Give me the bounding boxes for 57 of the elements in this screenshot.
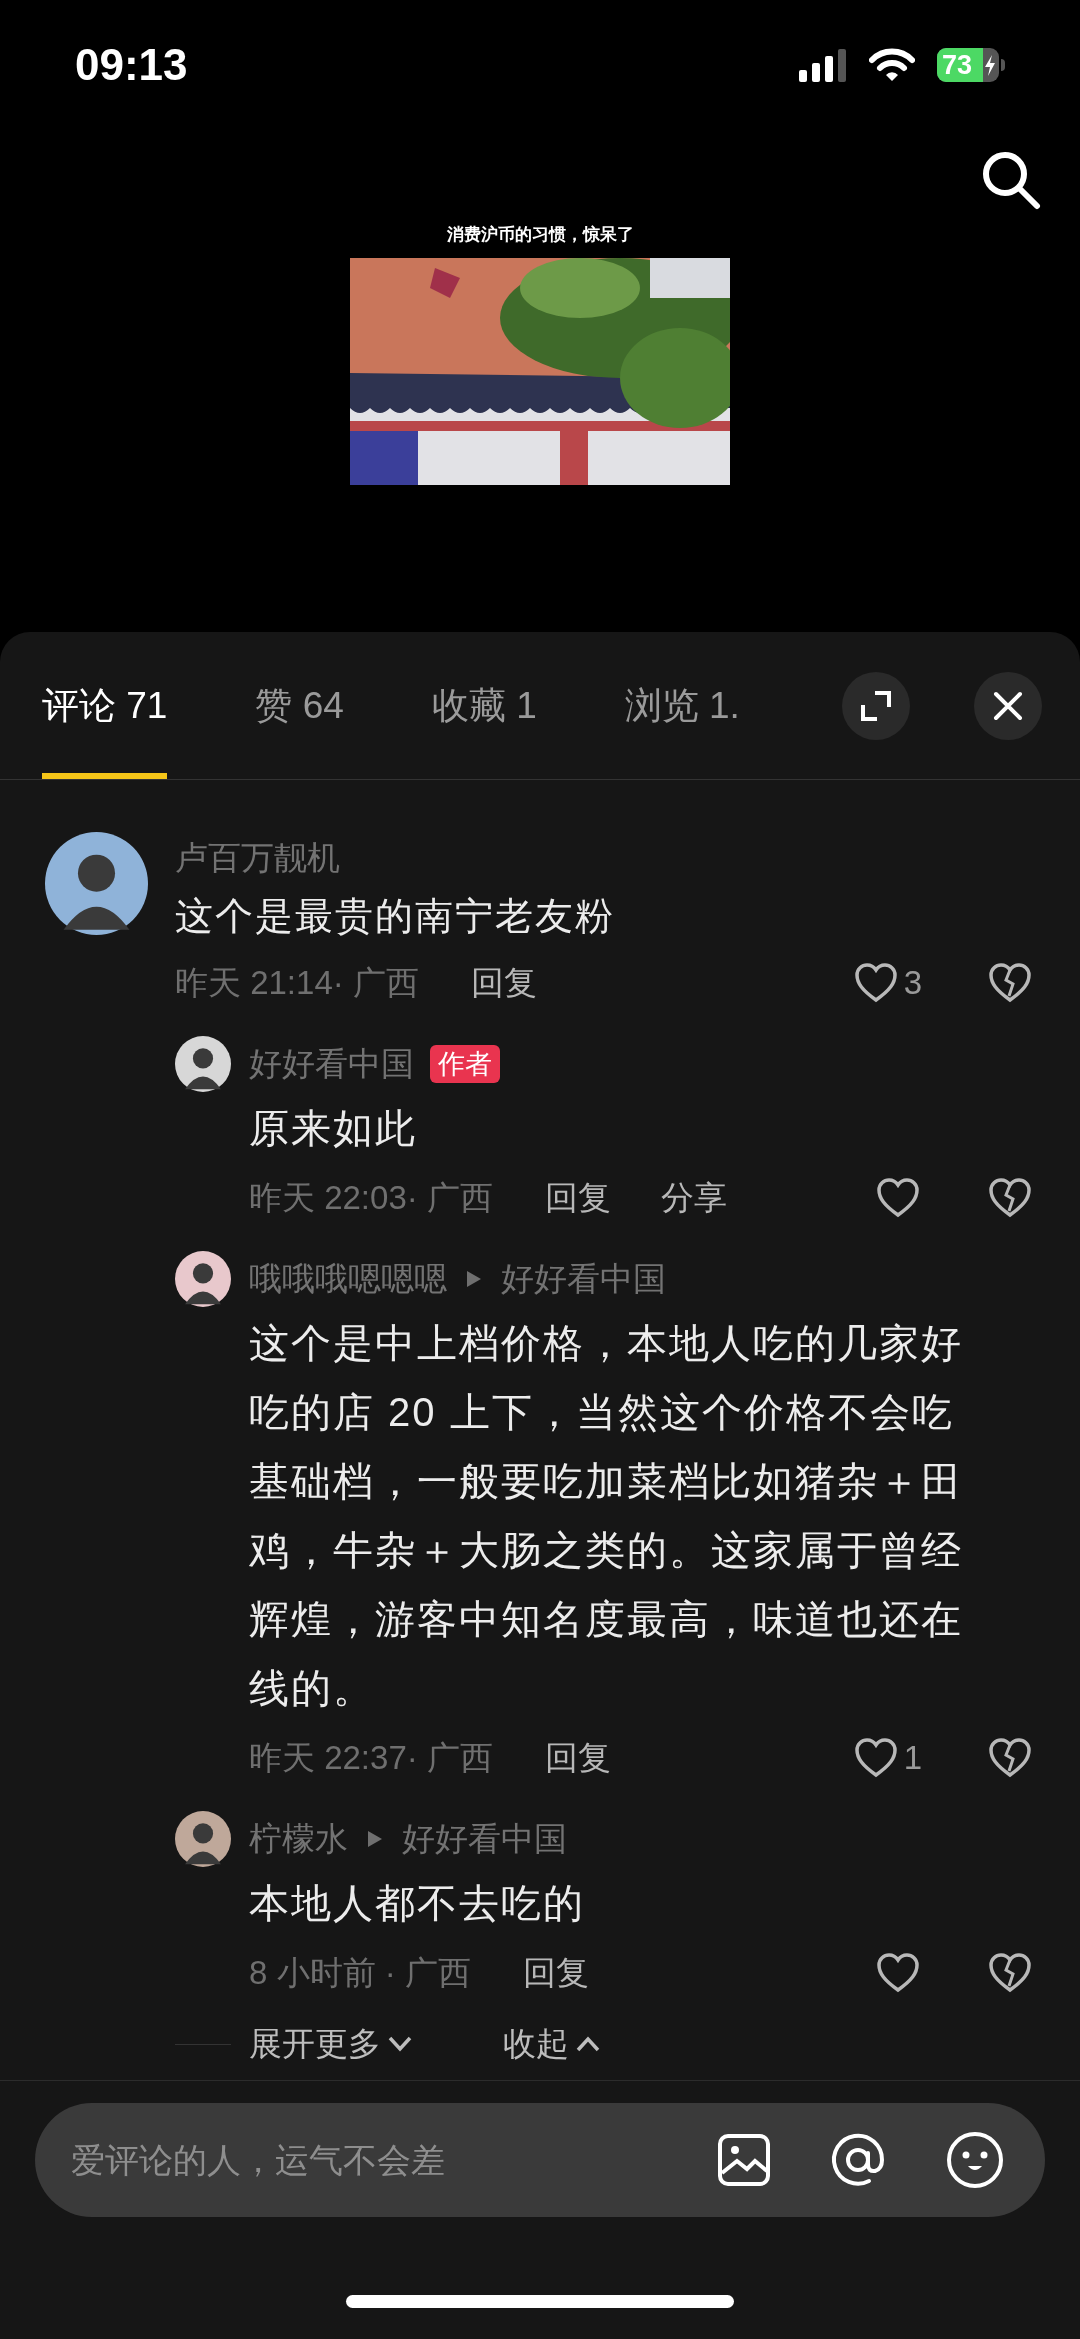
- tab[interactable]: 浏览 1.: [624, 632, 740, 779]
- comment-text: 这个是最贵的南宁老友粉: [175, 894, 616, 939]
- video-caption: 消费沪币的习惯，惊呆了: [446, 224, 634, 246]
- like-button[interactable]: 1: [853, 1733, 922, 1783]
- dislike-icon[interactable]: [988, 1177, 1032, 1219]
- reply-button[interactable]: 回复: [470, 958, 537, 1008]
- mention-icon[interactable]: [829, 2131, 887, 2189]
- reply-button[interactable]: 分享: [660, 1173, 727, 1223]
- heart-icon: [853, 962, 898, 1004]
- dislike-icon[interactable]: [988, 962, 1032, 1004]
- comment-meta: 昨天 22:37· 广西: [249, 1738, 493, 1779]
- status-time: 09:13: [75, 39, 188, 91]
- expand-more-button[interactable]: 展开更多: [249, 2019, 413, 2069]
- username[interactable]: 哦哦哦嗯嗯嗯: [249, 1254, 447, 1304]
- avatar: [175, 1036, 231, 1092]
- author-badge: 作者: [430, 1045, 500, 1083]
- wifi-icon: [869, 48, 915, 82]
- avatar: [175, 1811, 231, 1867]
- arrow-icon: [465, 1269, 483, 1289]
- comment-meta: 昨天 21:14· 广西: [175, 963, 419, 1004]
- reply-button[interactable]: 回复: [522, 1948, 589, 1998]
- like-button[interactable]: [876, 1952, 920, 1994]
- image-icon[interactable]: [717, 2133, 771, 2187]
- username[interactable]: 好好看中国: [249, 1039, 414, 1089]
- avatar: [175, 1251, 231, 1307]
- expand-icon: [859, 688, 893, 723]
- username[interactable]: 好好看中国: [501, 1254, 666, 1304]
- username[interactable]: 卢百万靓机: [175, 832, 1032, 884]
- search-icon[interactable]: [980, 149, 1042, 211]
- comment-input[interactable]: 爱评论的人，运气不会差: [71, 2134, 717, 2186]
- like-button[interactable]: [876, 1177, 920, 1219]
- reply-button[interactable]: 回复: [544, 1173, 611, 1223]
- comment-text: 本地人都不去吃的: [249, 1880, 586, 1927]
- heart-icon: [876, 1177, 920, 1219]
- reply-button[interactable]: 回复: [544, 1733, 611, 1783]
- arrow-icon: [366, 1829, 384, 1849]
- emoji-icon[interactable]: [945, 2130, 1005, 2190]
- chevron-up-icon[interactable]: [575, 2035, 601, 2053]
- chevron-down-icon[interactable]: [387, 2035, 413, 2053]
- comment-field[interactable]: 爱评论的人，运气不会差: [35, 2103, 1045, 2217]
- comment-meta: 8 小时前 · 广西: [249, 1953, 471, 1994]
- tab[interactable]: 赞 64: [255, 632, 344, 779]
- collapse-button[interactable]: 收起: [503, 2019, 601, 2069]
- like-button[interactable]: 3: [853, 958, 922, 1008]
- comment-text: 原来如此: [249, 1105, 418, 1152]
- heart-icon: [876, 1952, 920, 1994]
- dislike-icon[interactable]: [988, 1952, 1032, 1994]
- close-icon: [993, 690, 1023, 721]
- comment-text: 这个是中上档价格，本地人吃的几家好吃的店 20 上下，当然这个价格不会吃基础档，一般要吃加菜档比如猪杂＋田鸡，牛杂＋大肠之类的。这家属于曾经辉煌，游客中知名度最高，味道也还在线的。: [249, 1320, 964, 1712]
- username[interactable]: 好好看中国: [402, 1814, 567, 1864]
- tab[interactable]: 收藏 1: [431, 632, 537, 779]
- username[interactable]: 柠檬水: [249, 1814, 348, 1864]
- dislike-icon[interactable]: [988, 1737, 1032, 1779]
- signal-icon: [799, 48, 847, 82]
- comment-meta: 昨天 22:03· 广西: [249, 1178, 493, 1219]
- heart-icon: [853, 1737, 898, 1779]
- tab[interactable]: 评论 71: [42, 632, 168, 779]
